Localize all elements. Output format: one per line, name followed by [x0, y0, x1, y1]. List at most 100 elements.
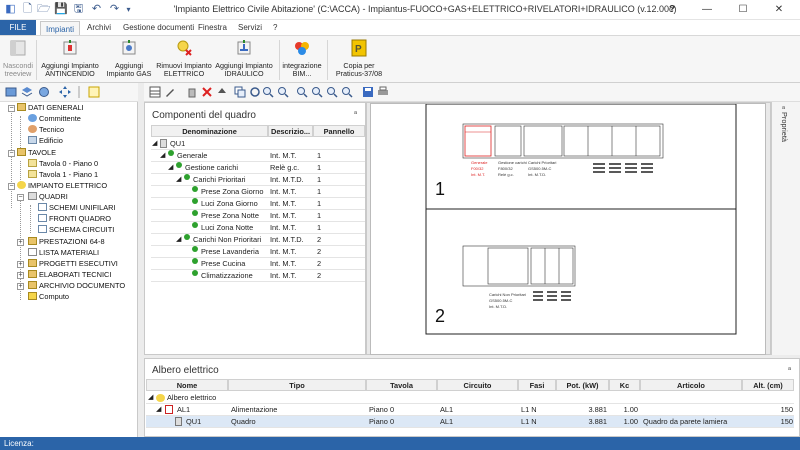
save-icon[interactable]: 💾 — [54, 3, 68, 16]
tree-item-tavola-1[interactable]: Tavola 1 - Piano 1 — [28, 169, 98, 180]
select-frame-icon[interactable] — [88, 86, 100, 98]
pin-icon[interactable]: ᵃ — [788, 365, 791, 374]
tree-item-lista-materiali[interactable]: LISTA MATERIALI — [28, 247, 99, 258]
col-articolo[interactable]: Articolo — [640, 379, 742, 391]
col-fasi[interactable]: Fasi — [518, 379, 556, 391]
tab-gestione-documenti[interactable]: Gestione documenti — [118, 20, 199, 35]
copy-icon[interactable] — [234, 86, 246, 98]
properties-panel[interactable]: ᵃ Proprietà — [771, 102, 800, 355]
tree-item-tavola-0[interactable]: Tavola 0 - Piano 0 — [28, 158, 98, 169]
trash-icon[interactable] — [186, 86, 198, 98]
collapse-icon[interactable]: ◢ — [168, 162, 173, 174]
tab-file[interactable]: FILE — [0, 20, 36, 35]
tree-item-schemi-unifilari[interactable]: SCHEMI UNIFILARI — [38, 202, 116, 213]
tab-finestra[interactable]: Finestra — [193, 20, 232, 35]
table-row-selected[interactable]: QU1 Quadro Piano 0 AL1 L1 N 3.881 1.00 Q… — [146, 416, 794, 428]
undo-icon[interactable]: ↶ — [90, 3, 103, 16]
col-kc[interactable]: Kc — [609, 379, 640, 391]
col-denominazione[interactable]: Denominazione — [151, 125, 268, 137]
col-tipo[interactable]: Tipo — [228, 379, 366, 391]
aggiungi-antincendio-button[interactable]: Aggiungi Impianto ANTINCENDIO — [40, 38, 100, 78]
expand-toggle[interactable]: + — [17, 283, 24, 290]
delete-icon[interactable] — [201, 86, 213, 98]
table-row[interactable]: ◢ Gestione carichi Relè g.c. 1 — [151, 162, 365, 174]
maximize-button[interactable]: ☐ — [726, 0, 760, 20]
tree-item-quadri[interactable]: QUADRI — [28, 191, 68, 202]
minimize-button[interactable]: — — [690, 0, 724, 20]
tab-impianti[interactable]: Impianti — [40, 21, 81, 35]
collapse-icon[interactable]: ◢ — [176, 174, 181, 186]
table-row[interactable]: ◢ Carichi Prioritari Int. M.T.D. 1 — [151, 174, 365, 186]
table-row[interactable]: Prese Zona Notte Int. M.T. 1 — [151, 210, 365, 222]
new-file-icon[interactable]: 🗋 — [21, 3, 34, 16]
print-icon[interactable] — [377, 86, 389, 98]
collapse-icon[interactable]: ◢ — [176, 234, 181, 246]
table-row[interactable]: Prese Cucina Int. M.T. 2 — [151, 258, 365, 270]
tree-layers-icon[interactable] — [21, 86, 33, 98]
tab-servizi[interactable]: Servizi — [233, 20, 267, 35]
table-row[interactable]: Climatizzazione Int. M.T. 2 — [151, 270, 365, 282]
col-nome[interactable]: Nome — [146, 379, 228, 391]
rimuovi-elettrico-button[interactable]: Rimuovi Impianto ELETTRICO — [156, 38, 212, 78]
tree-item-tecnico[interactable]: Tecnico — [28, 124, 64, 135]
refresh-icon[interactable] — [249, 86, 261, 98]
save-all-icon[interactable]: 🖫 — [72, 3, 85, 16]
pin-icon[interactable]: ᵃ — [354, 109, 357, 118]
expand-toggle[interactable]: − — [8, 150, 15, 157]
zoom-out-icon[interactable] — [277, 86, 289, 98]
tree-item-prestazioni[interactable]: PRESTAZIONI 64-8 — [28, 236, 105, 247]
tree-view-icon[interactable] — [38, 86, 50, 98]
table-row[interactable]: ◢ Albero elettrico — [146, 392, 794, 404]
collapse-icon[interactable]: ◢ — [156, 404, 161, 416]
table-row[interactable]: ◢ AL1 Alimentazione Piano 0 AL1 L1 N 3.8… — [146, 404, 794, 416]
copia-praticus-button[interactable]: P Copia per Praticus-37/08 — [331, 38, 387, 78]
zoom-in-icon[interactable] — [262, 86, 274, 98]
tree-item-dati-generali[interactable]: DATI GENERALI — [17, 102, 84, 113]
tree-item-computo[interactable]: Computo — [28, 291, 69, 302]
open-folder-icon[interactable]: 🗁 — [37, 3, 51, 16]
tree-item-impianto-elettrico[interactable]: IMPIANTO ELETTRICO — [17, 180, 107, 191]
table-row[interactable]: Prese Zona Giorno Int. M.T. 1 — [151, 186, 365, 198]
col-circuito[interactable]: Circuito — [437, 379, 518, 391]
zoom-all-icon[interactable] — [311, 86, 323, 98]
tree-item-elaborati-tecnici[interactable]: ELABORATI TECNICI — [28, 269, 111, 280]
collapse-icon[interactable]: ◢ — [160, 150, 165, 162]
zoom-window-icon[interactable] — [296, 86, 308, 98]
col-pot[interactable]: Pot. (kW) — [556, 379, 609, 391]
table-row[interactable]: Luci Zona Notte Int. M.T. 1 — [151, 222, 365, 234]
tree-item-committente[interactable]: Committente — [28, 113, 81, 124]
pan-icon[interactable] — [341, 86, 353, 98]
help-button[interactable]: ? — [662, 0, 682, 20]
tree-item-fronti-quadro[interactable]: FRONTI QUADRO — [38, 213, 111, 224]
zoom-previous-icon[interactable] — [326, 86, 338, 98]
table-row[interactable]: ◢ Generale Int. M.T. 1 — [151, 150, 365, 162]
tab-archivi[interactable]: Archivi — [82, 20, 116, 35]
nascondi-treeview-button[interactable]: Nascondi treeview — [3, 38, 33, 78]
expand-toggle[interactable]: + — [17, 272, 24, 279]
col-descrizione[interactable]: Descrizio... — [268, 125, 313, 137]
collapse-icon[interactable]: ◢ — [152, 138, 157, 150]
aggiungi-idraulico-button[interactable]: Aggiungi Impianto IDRAULICO — [214, 38, 274, 78]
move-arrows-icon[interactable] — [58, 85, 72, 99]
grid-view-icon[interactable] — [149, 86, 161, 98]
save-drawing-icon[interactable] — [362, 86, 374, 98]
tree-item-edificio[interactable]: Edificio — [28, 135, 63, 146]
tab-help[interactable]: ? — [268, 20, 282, 35]
expand-toggle[interactable]: − — [17, 194, 24, 201]
customize-toolbar-icon[interactable]: ▾ — [122, 3, 135, 16]
aggiungi-gas-button[interactable]: Aggiungi Impianto GAS — [104, 38, 154, 78]
table-row[interactable]: Luci Zona Giorno Int. M.T. 1 — [151, 198, 365, 210]
tree-item-tavole[interactable]: TAVOLE — [17, 147, 56, 158]
properties-label[interactable]: Proprietà — [780, 112, 789, 142]
table-row[interactable]: Prese Lavanderia Int. M.T. 2 — [151, 246, 365, 258]
table-row[interactable]: ◢ QU1 — [151, 138, 365, 150]
drawing-sheet[interactable]: Generale F00/32 Int. M.T. Gestione caric… — [370, 103, 766, 355]
col-tavola[interactable]: Tavola — [366, 379, 437, 391]
tree-item-schema-circuiti[interactable]: SCHEMA CIRCUITI — [38, 224, 114, 235]
tree-item-progetti-esecutivi[interactable]: PROGETTI ESECUTIVI — [28, 258, 118, 269]
drawing-area[interactable]: Generale F00/32 Int. M.T. Gestione caric… — [366, 102, 771, 355]
expand-toggle[interactable]: − — [8, 105, 15, 112]
redo-icon[interactable]: ↷ — [108, 3, 121, 16]
close-button[interactable]: ✕ — [762, 0, 796, 20]
tree-item-archivio-documento[interactable]: ARCHIVIO DOCUMENTO — [28, 280, 125, 291]
